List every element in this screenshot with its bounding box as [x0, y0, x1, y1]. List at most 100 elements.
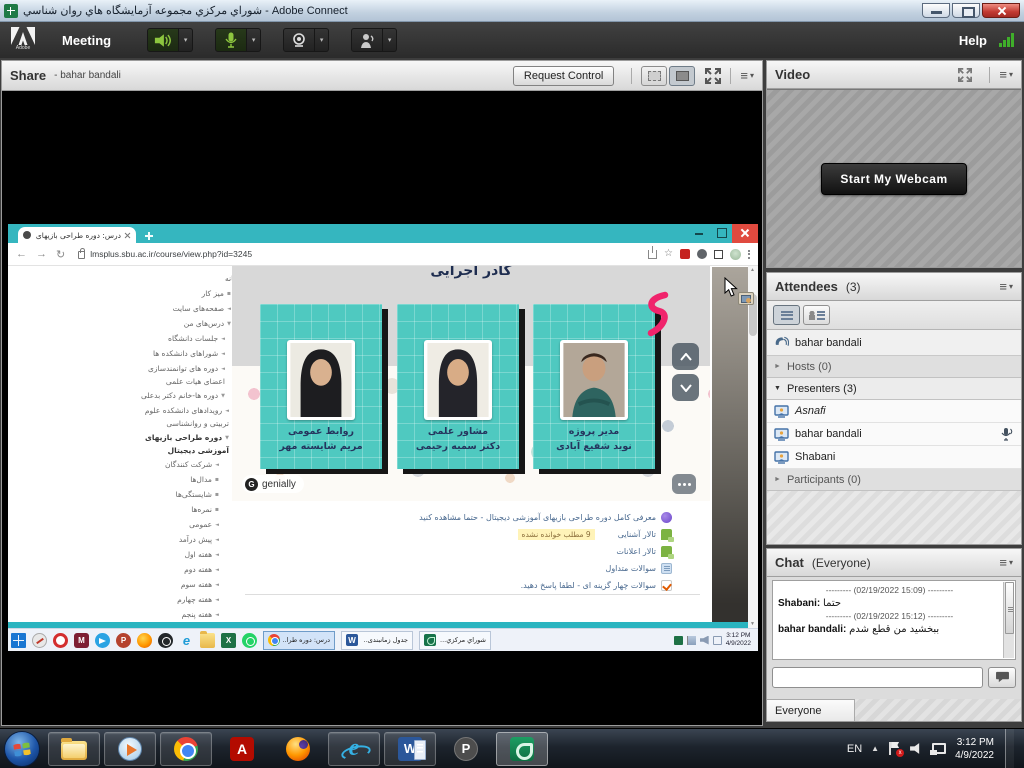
shared-tray-speaker-icon[interactable] — [700, 636, 709, 645]
attendee-card-view-button[interactable] — [803, 305, 830, 325]
hosts-group-row[interactable]: ► Hosts (0) — [767, 356, 1021, 378]
scroll-up-icon[interactable]: ▲ — [750, 267, 755, 273]
genially-logo[interactable]: G genially — [242, 475, 304, 493]
nav-item[interactable]: هفته چهارم — [132, 593, 238, 608]
phone-attendee-row[interactable]: bahar bandali — [767, 330, 1021, 356]
presenter-row[interactable]: bahar bandali — [767, 423, 1021, 446]
nav-item[interactable]: هفته اول — [132, 548, 238, 563]
presenter-row[interactable]: Asnafi — [767, 400, 1021, 423]
taskbar-chrome[interactable] — [160, 732, 212, 766]
browser-minimize-button[interactable] — [688, 224, 710, 243]
speaker-dropdown[interactable]: ▾ — [179, 28, 193, 52]
taskbar-file-explorer[interactable] — [48, 732, 100, 766]
volume-icon[interactable] — [910, 743, 923, 755]
browser-reload-icon[interactable]: ↻ — [56, 248, 65, 261]
taskbar-adobe-connect[interactable] — [496, 732, 548, 766]
extension-red-icon[interactable] — [680, 249, 690, 259]
attendees-pod-menu-icon[interactable]: ≡ — [999, 282, 1007, 292]
share-view-toggle-2[interactable] — [669, 66, 695, 86]
chat-pod-menu-icon[interactable]: ≡ — [999, 558, 1007, 568]
nav-item[interactable]: مدال‌ها — [132, 473, 238, 488]
request-control-button[interactable]: Request Control — [513, 66, 615, 86]
nav-item[interactable]: هفته دوم — [132, 563, 238, 578]
attendees-pod-menu-caret[interactable]: ▾ — [1009, 282, 1013, 291]
nav-item[interactable]: میز کار — [132, 287, 238, 302]
nav-item[interactable]: صفحه‌های سایت — [132, 302, 238, 317]
nav-item[interactable]: هفته سوم — [132, 578, 238, 593]
nav-item[interactable]: خانه — [132, 272, 238, 287]
status-dropdown[interactable]: ▾ — [383, 28, 397, 52]
browser-profile-avatar[interactable] — [730, 249, 741, 260]
activity-link[interactable]: معرفی کامل دوره طراحی بازیهای آموزشی دیج… — [248, 509, 672, 526]
nav-item[interactable]: رویدادهای دانشکده علوم تربیتی و روانشناس… — [132, 404, 238, 431]
shared-tray-network-icon[interactable] — [713, 636, 722, 645]
help-menu[interactable]: Help — [959, 33, 987, 48]
shared-whatsapp-icon[interactable] — [242, 633, 257, 648]
speaker-button[interactable] — [147, 28, 179, 52]
video-pod-menu-caret[interactable]: ▾ — [1009, 70, 1013, 79]
attendee-list-view-button[interactable] — [773, 305, 800, 325]
page-scrollbar[interactable]: ▲ ▼ — [748, 266, 758, 628]
shared-snipping-tool-icon[interactable] — [32, 633, 47, 648]
connection-signal-icon[interactable] — [999, 33, 1014, 47]
start-webcam-button[interactable]: Start My Webcam — [821, 163, 966, 195]
browser-restore-button[interactable] — [710, 224, 732, 243]
taskbar-firefox[interactable] — [272, 732, 324, 766]
browser-menu-icon[interactable] — [748, 250, 750, 259]
browser-back-icon[interactable]: ← — [16, 248, 27, 260]
shared-obs-icon[interactable] — [158, 633, 173, 648]
nav-item-current-course[interactable]: دوره طراحی بازیهای آموزشی دیجیتال — [132, 431, 238, 458]
extension-dark-icon[interactable] — [697, 249, 707, 259]
share-pod-menu-caret[interactable]: ▾ — [750, 71, 754, 80]
share-page-icon[interactable] — [648, 250, 657, 259]
presenters-group-row[interactable]: ▼ Presenters (3) — [767, 378, 1021, 400]
shared-ie-icon[interactable]: e — [179, 633, 194, 648]
nav-item[interactable]: نمره‌ها — [132, 503, 238, 518]
shared-clock[interactable]: 3:12 PM 4/9/2022 — [726, 632, 755, 648]
browser-tab[interactable]: درس: دوره طراحی بازیهای آموزشی — [18, 227, 136, 243]
taskbar-clock[interactable]: 3:12 PM 4/9/2022 — [955, 736, 994, 762]
nav-item[interactable]: پیش درآمد — [132, 533, 238, 548]
shared-window-word[interactable]: W جدول زمانبندی.. — [341, 631, 413, 650]
microphone-dropdown[interactable]: ▾ — [247, 28, 261, 52]
browser-close-button[interactable] — [732, 224, 758, 243]
shared-tray-flag-icon[interactable] — [687, 636, 696, 645]
tab-close-icon[interactable] — [124, 232, 131, 239]
slide-down-button[interactable] — [672, 374, 699, 401]
start-button[interactable] — [4, 731, 40, 767]
taskbar-media-player[interactable] — [104, 732, 156, 766]
new-tab-button[interactable] — [142, 229, 156, 243]
shared-window-connect[interactable]: شوراي مركزي... — [419, 631, 491, 650]
slide-up-button[interactable] — [672, 343, 699, 370]
chat-pod-menu-caret[interactable]: ▾ — [1009, 558, 1013, 567]
chat-send-button[interactable] — [988, 667, 1016, 688]
network-icon[interactable] — [932, 743, 946, 754]
activity-link[interactable]: سوالات متداول — [248, 560, 672, 577]
tray-expand-icon[interactable]: ▲ — [871, 744, 879, 753]
presenter-row[interactable]: Shabani — [767, 446, 1021, 469]
status-button[interactable] — [351, 28, 383, 52]
embed-options-button[interactable] — [672, 474, 696, 494]
chat-tab-everyone[interactable]: Everyone — [767, 699, 855, 721]
fullscreen-icon[interactable] — [705, 68, 721, 84]
address-bar[interactable]: lmsplus.sbu.ac.ir/course/view.php?id=324… — [78, 249, 639, 259]
share-view-toggle-1[interactable] — [641, 66, 667, 86]
chat-scrollbar[interactable] — [1003, 582, 1014, 658]
shared-psiphon-icon[interactable]: P — [116, 633, 131, 648]
minimize-button[interactable] — [922, 3, 950, 18]
nav-item[interactable]: شرکت کنندگان — [132, 458, 238, 473]
chat-input[interactable] — [772, 667, 983, 688]
shared-tray-app-icon[interactable] — [674, 636, 683, 645]
webcam-button[interactable] — [283, 28, 315, 52]
close-button[interactable] — [982, 3, 1020, 18]
shared-firefox-icon[interactable] — [137, 633, 152, 648]
activity-link[interactable]: تالار اعلانات — [248, 543, 672, 560]
shared-telegram-icon[interactable] — [95, 633, 110, 648]
shared-window-chrome[interactable]: درس: دوره طرا.. — [263, 631, 335, 650]
show-desktop-button[interactable] — [1005, 729, 1014, 768]
video-fullscreen-icon[interactable] — [958, 68, 972, 82]
nav-item[interactable]: دوره ها-خانم دکتر بدعلی — [132, 389, 238, 404]
nav-item[interactable]: دوره های توانمندسازی اعضای هیات علمی — [132, 362, 238, 389]
activity-link[interactable]: تالار آشنایی 9 مطلب خوانده نشده — [248, 526, 672, 543]
scroll-down-icon[interactable]: ▼ — [750, 621, 755, 627]
